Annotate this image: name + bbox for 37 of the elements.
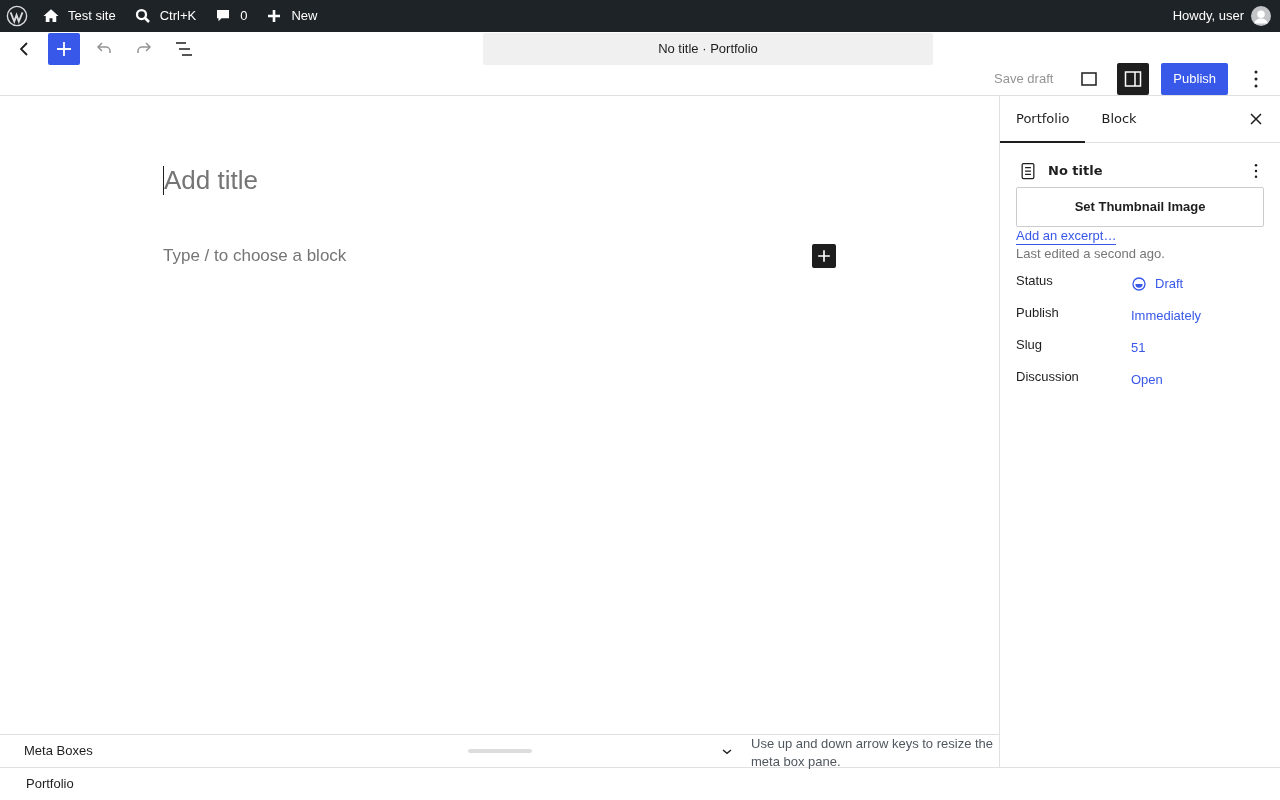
search-icon <box>133 7 152 25</box>
field-label: Publish <box>1016 304 1060 322</box>
add-block-button[interactable] <box>48 33 80 65</box>
greeting-text: Howdy, user <box>1172 7 1244 26</box>
set-thumbnail-button[interactable]: Set Thumbnail Image <box>1016 187 1264 227</box>
admin-bar-link[interactable]: New <box>265 6 318 26</box>
field-label: Discussion <box>1016 368 1080 386</box>
block-placeholder[interactable]: Type / to choose a block <box>163 243 347 269</box>
resize-hint: Use up and down arrow keys to resize the meta box pane. <box>751 735 995 771</box>
last-edited-text: Last edited a second ago. <box>1016 246 1166 262</box>
admin-bar-link[interactable]: Test site <box>42 6 116 26</box>
inserter-button[interactable] <box>812 243 836 268</box>
sidebar-tab[interactable]: Block <box>1085 96 1153 142</box>
excerpt-link[interactable]: Add an excerpt… <box>1016 228 1117 245</box>
meta-boxes-title: Meta Boxes <box>24 742 93 761</box>
field-value-button[interactable]: Draft <box>1131 270 1184 294</box>
field-label: Slug <box>1016 336 1044 354</box>
avatar-icon[interactable] <box>1251 6 1271 26</box>
sidebar-tab[interactable]: Portfolio <box>1000 96 1086 143</box>
breadcrumb-button[interactable]: Portfolio <box>26 774 74 794</box>
half-circle-icon <box>1131 275 1147 292</box>
title-field[interactable]: Add title <box>163 166 266 195</box>
wordpress-logo-icon[interactable] <box>6 5 28 27</box>
back-icon <box>20 42 28 56</box>
field-value-button[interactable]: Immediately <box>1131 302 1202 326</box>
admin-bar-link[interactable]: 0 <box>214 6 248 26</box>
options-icon <box>1254 70 1258 88</box>
post-title: No title <box>1048 162 1104 181</box>
resize-handle[interactable] <box>468 749 532 753</box>
admin-bar-link[interactable]: Ctrl+K <box>133 6 197 26</box>
publish-button[interactable]: Publish <box>1161 63 1228 95</box>
document-title-bar[interactable]: No title · Portfolio <box>483 33 933 65</box>
home-icon <box>42 7 60 25</box>
field-label: Status <box>1016 272 1054 290</box>
field-value-button[interactable]: Open <box>1131 366 1163 390</box>
settings-button[interactable] <box>1117 63 1150 95</box>
field-value-button[interactable]: 51 <box>1131 334 1146 358</box>
